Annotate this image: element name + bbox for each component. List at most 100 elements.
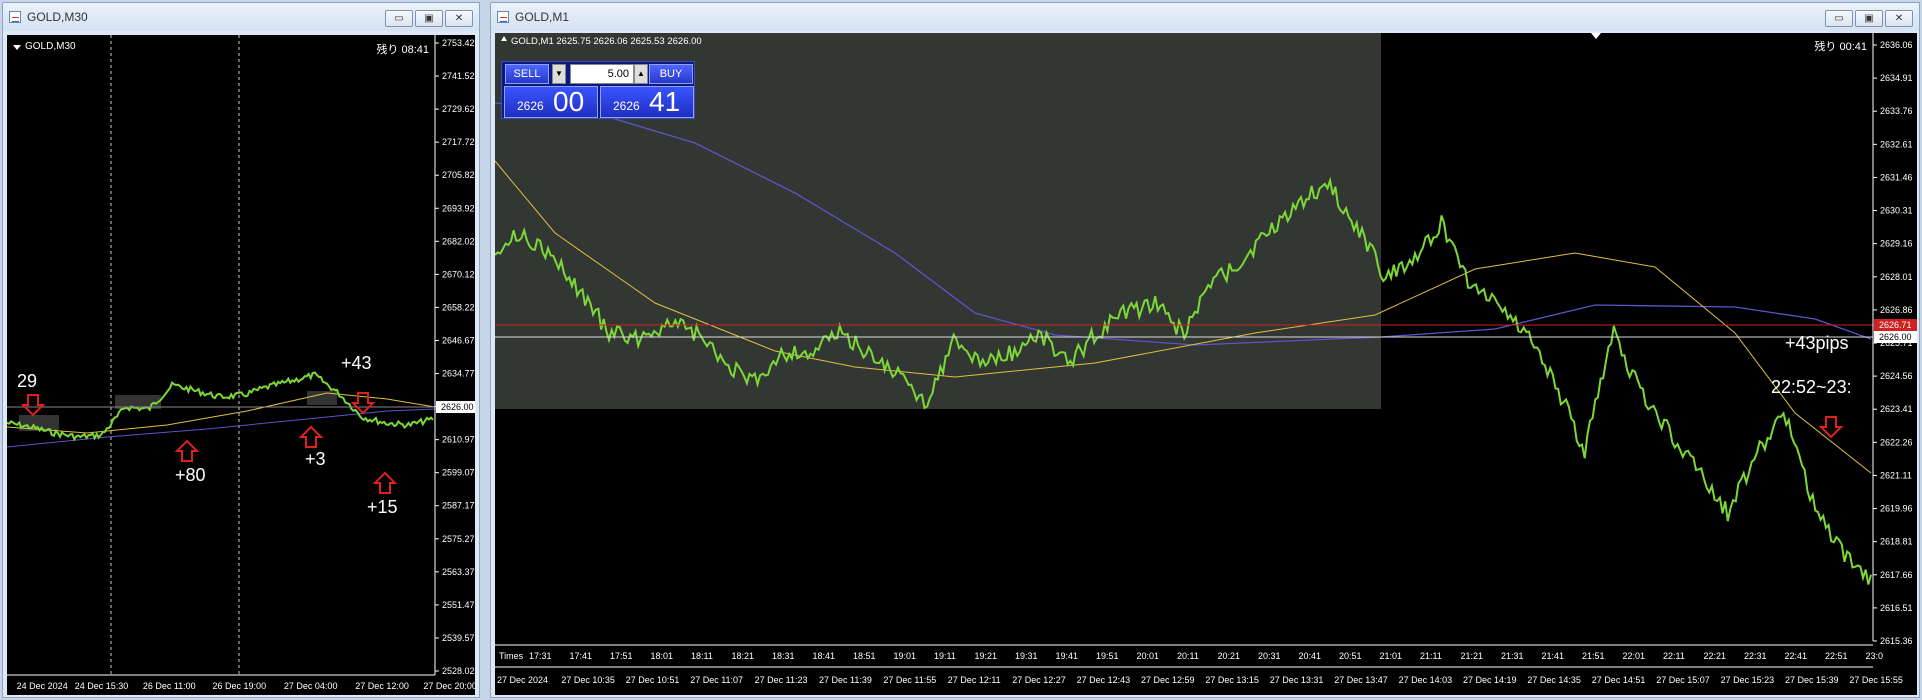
annotation-plus80: +80 — [175, 465, 206, 485]
buy-arrow-icon — [372, 471, 398, 494]
close-button[interactable]: ✕ — [445, 10, 473, 27]
left-chart-window[interactable]: GOLD,M30 ▭ ▣ ✕ GOLD,M30 残り 08:41 2753.42… — [2, 2, 480, 698]
time-tick-label: 27 Dec 15:23 — [1721, 675, 1775, 685]
inner-time-tick-label: 20:51 — [1339, 651, 1362, 661]
price-tick-label: 2705.82 — [442, 170, 475, 180]
price-tick-label: 2633.76 — [1880, 106, 1913, 116]
left-chart-svg: GOLD,M30 残り 08:41 2753.42 2741.52 2729.62 2… — [7, 35, 475, 691]
inner-time-tick-label: 18:21 — [732, 651, 755, 661]
annotation-time-range: 22:52~23: — [1771, 377, 1852, 397]
price-tick-label: 2658.22 — [442, 302, 475, 312]
inner-time-tick-label: 17:41 — [570, 651, 593, 661]
time-tick-label: 27 Dec 14:03 — [1399, 675, 1453, 685]
time-tick-label: 24 Dec 15:30 — [75, 681, 129, 691]
inner-time-tick-label: 19:41 — [1056, 651, 1079, 661]
price-tick-label: 2599.07 — [442, 468, 475, 478]
time-tick-label: 27 Dec 11:23 — [755, 675, 808, 685]
maximize-button[interactable]: ▣ — [415, 10, 443, 27]
inner-time-tick-label: 19:31 — [1015, 651, 1038, 661]
time-tick-label: 27 Dec 13:47 — [1334, 675, 1388, 685]
inner-time-tick-label: 20:21 — [1218, 651, 1241, 661]
price-tick-label: 2615.36 — [1880, 636, 1913, 646]
price-tick-label: 2634.91 — [1880, 73, 1913, 83]
buy-price-prefix: 2626 — [613, 99, 640, 113]
one-click-trading-panel: SELL ▼ 5.00 ▲ BUY 2626 00 2626 41 — [501, 61, 695, 119]
minimize-button[interactable]: ▭ — [385, 10, 413, 27]
price-tick-label: 2629.16 — [1880, 239, 1913, 249]
time-tick-label: 27 Dec 15:39 — [1785, 675, 1839, 685]
right-timer-label: 残り 00:41 — [1814, 39, 1867, 53]
maximize-button[interactable]: ▣ — [1855, 10, 1883, 27]
collapse-triangle-icon[interactable] — [13, 45, 21, 50]
price-tick-label: 2618.81 — [1880, 537, 1913, 547]
lot-increase-button[interactable]: ▲ — [634, 64, 648, 84]
time-tick-label: 27 Dec 04:00 — [284, 681, 338, 691]
minimize-button[interactable]: ▭ — [1825, 10, 1853, 27]
lot-decrease-button[interactable]: ▼ — [552, 64, 566, 84]
close-button[interactable]: ✕ — [1885, 10, 1913, 27]
inner-time-tick-label: 18:11 — [691, 651, 713, 661]
time-tick-label: 27 Dec 11:07 — [690, 675, 743, 685]
left-window-titlebar[interactable]: GOLD,M30 ▭ ▣ ✕ — [3, 3, 479, 31]
price-tick-label: 2729.62 — [442, 104, 475, 114]
time-tick-label: 27 Dec 12:59 — [1141, 675, 1195, 685]
inner-time-tick-label: 17:31 — [529, 651, 552, 661]
price-tick-label: 2631.46 — [1880, 172, 1913, 182]
price-tick-label: 2622.26 — [1880, 437, 1913, 447]
time-tick-label: 26 Dec 19:00 — [213, 681, 267, 691]
chart-window-icon — [9, 11, 21, 23]
current-price-value: 2626.00 — [1879, 332, 1912, 342]
inner-time-tick-label: 21:21 — [1461, 651, 1484, 661]
sell-price-prefix: 2626 — [517, 99, 544, 113]
price-tick-label: 2636.06 — [1880, 40, 1913, 50]
left-chart-canvas[interactable]: GOLD,M30 残り 08:41 2753.42 2741.52 2729.62 2… — [7, 35, 475, 695]
chart-shift-marker-icon[interactable] — [1591, 33, 1601, 39]
price-tick-label: 2551.47 — [442, 600, 475, 610]
inner-time-label: Times — [499, 651, 524, 661]
time-tick-label: 27 Dec 15:55 — [1849, 675, 1903, 685]
inner-time-tick-label: 22:21 — [1704, 651, 1727, 661]
price-tick-label: 2717.72 — [442, 137, 475, 147]
right-chart-canvas[interactable]: GOLD,M1 2625.75 2626.06 2625.53 2626.00 … — [495, 33, 1917, 695]
time-tick-label: 27 Dec 12:00 — [355, 681, 409, 691]
buy-arrow-icon — [174, 439, 200, 462]
price-tick-label: 2563.37 — [442, 567, 475, 577]
time-tick-label: 27 Dec 14:19 — [1463, 675, 1517, 685]
right-chart-window[interactable]: GOLD,M1 ▭ ▣ ✕ GOLD,M1 2625.75 2626.06 26… — [490, 2, 1920, 698]
inner-time-tick-label: 21:01 — [1380, 651, 1403, 661]
inner-time-tick-label: 18:41 — [813, 651, 836, 661]
buy-button[interactable]: BUY — [649, 64, 693, 84]
buy-price-box[interactable]: 2626 41 — [600, 86, 694, 118]
price-tick-label: 2619.96 — [1880, 504, 1913, 514]
inner-time-tick-label: 19:11 — [934, 651, 956, 661]
time-tick-label: 27 Dec 10:51 — [626, 675, 680, 685]
price-tick-label: 2528.02 — [442, 666, 475, 676]
inner-time-tick-label: 21:51 — [1582, 651, 1605, 661]
sell-button[interactable]: SELL — [505, 64, 549, 84]
price-tick-label: 2753.42 — [442, 38, 475, 48]
annotation-plus43pips: +43pips — [1785, 333, 1849, 353]
price-tick-label: 2634.77 — [442, 369, 475, 379]
time-tick-label: 27 Dec 14:51 — [1592, 675, 1646, 685]
price-tick-label: 2632.61 — [1880, 139, 1913, 149]
sell-price-box[interactable]: 2626 00 — [504, 86, 598, 118]
price-tick-label: 2575.27 — [442, 534, 475, 544]
lot-size-input[interactable]: 5.00 — [570, 64, 634, 84]
inner-time-tick-label: 22:11 — [1663, 651, 1685, 661]
inner-time-tick-label: 22:51 — [1825, 651, 1848, 661]
buy-arrow-icon — [298, 425, 324, 448]
time-tick-label: 27 Dec 15:07 — [1656, 675, 1710, 685]
time-tick-label: 27 Dec 11:39 — [819, 675, 872, 685]
right-window-titlebar[interactable]: GOLD,M1 ▭ ▣ ✕ — [491, 3, 1919, 31]
price-tick-label: 2587.17 — [442, 501, 475, 511]
inner-time-tick-label: 22:31 — [1744, 651, 1767, 661]
price-tick-label: 2628.01 — [1880, 272, 1913, 282]
inner-time-tick-label: 19:21 — [975, 651, 998, 661]
inner-time-tick-label: 18:51 — [853, 651, 876, 661]
inner-time-tick-label: 22:41 — [1785, 651, 1808, 661]
time-tick-label: 27 Dec 13:31 — [1270, 675, 1324, 685]
time-tick-label: 27 Dec 12:11 — [948, 675, 1001, 685]
price-tick-label: 2623.41 — [1880, 404, 1913, 414]
price-tick-label: 2682.02 — [442, 236, 475, 246]
inner-time-tick-label: 22:01 — [1623, 651, 1646, 661]
